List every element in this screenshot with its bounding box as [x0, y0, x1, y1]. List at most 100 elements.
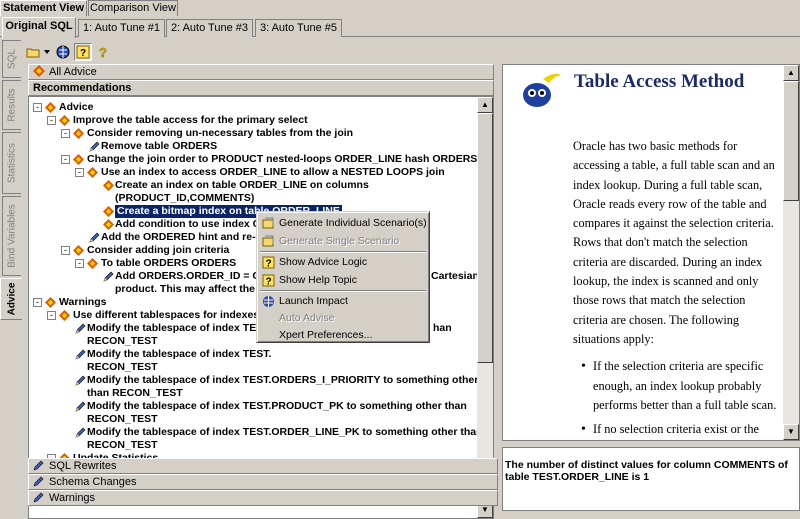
tree-node-label: Modify the tablespace of index TEST.ORDE…: [87, 374, 479, 386]
side-tab-advice[interactable]: Advice: [0, 278, 22, 320]
scroll-thumb[interactable]: [783, 81, 799, 201]
help-pane: Table Access Method Oracle has two basic…: [502, 64, 800, 441]
tab-original-sql[interactable]: Original SQL: [2, 17, 76, 38]
menu-item-auto-advise: Auto Advise: [259, 310, 427, 327]
info-pane: The number of distinct values for column…: [502, 447, 800, 511]
tree-node[interactable]: - Improve the table access for the primar…: [47, 114, 479, 127]
menu-item-label: Show Help Topic: [279, 274, 358, 286]
tree-scrollbar[interactable]: ▲ ▼: [477, 97, 493, 518]
diamond-icon: [103, 206, 114, 217]
diamond-icon: [103, 219, 114, 230]
help-scrollbar[interactable]: ▲ ▼: [783, 65, 799, 440]
tab-auto-tune-5[interactable]: 3: Auto Tune #5: [255, 19, 342, 37]
tree-node-label: Add ORDERS.ORDER_ID = OI: [115, 270, 264, 282]
collapse-toggle[interactable]: -: [61, 129, 70, 138]
collapse-toggle[interactable]: -: [75, 168, 84, 177]
tree-node-label-line2: RECON_TEST: [87, 439, 158, 451]
tree-node-label: Use different tablespaces for indexes a: [73, 309, 268, 321]
side-tab-bind-variables[interactable]: Bind Variables: [2, 196, 21, 276]
help-title: Table Access Method: [574, 71, 745, 92]
scroll-up-button[interactable]: ▲: [477, 97, 493, 113]
menu-item-label: Generate Individual Scenario(s): [279, 217, 427, 229]
tree-node[interactable]: - Use an index to access ORDER_LINE to al…: [75, 166, 479, 179]
menu-item-show-advice-logic[interactable]: ? Show Advice Logic: [259, 254, 427, 271]
menu-separator: [260, 290, 426, 292]
menu-item-show-help-topic[interactable]: ? Show Help Topic: [259, 272, 427, 289]
open-folder-button[interactable]: [24, 43, 42, 61]
help-bullets: If the selection criteria are specific e…: [573, 357, 781, 440]
collapse-toggle[interactable]: -: [61, 246, 70, 255]
tree-node-label: Change the join order to PRODUCT nested-…: [87, 153, 478, 165]
globe-icon: [56, 45, 70, 59]
collapse-toggle[interactable]: -: [47, 311, 56, 320]
tree-node[interactable]: Modify the tablespace of index TEST.PROD…: [61, 400, 479, 425]
help-logic-icon: ?: [76, 45, 90, 59]
tab-auto-tune-1[interactable]: 1: Auto Tune #1: [78, 19, 165, 37]
pencil-icon: [75, 323, 86, 334]
collapse-toggle[interactable]: -: [75, 259, 84, 268]
side-tab-statistics[interactable]: Statistics: [2, 132, 21, 194]
collapse-toggle[interactable]: -: [33, 298, 42, 307]
tree-node-label: Modify the tablespace of index TEST.ORDE…: [87, 426, 483, 438]
menu-item-generate-individual-scenario-s[interactable]: Generate Individual Scenario(s): [259, 215, 427, 232]
scroll-thumb[interactable]: [477, 113, 493, 363]
all-advice-bar[interactable]: All Advice: [28, 64, 494, 80]
tree-node-label: To table ORDERS ORDERS: [101, 257, 237, 269]
tree-node-label: Modify the tablespace of index TEST.: [87, 348, 272, 360]
scroll-down-button[interactable]: ▼: [783, 424, 799, 440]
tree-node-label-line2: than RECON_TEST: [87, 387, 183, 399]
dropdown-arrow-button[interactable]: [42, 43, 52, 61]
folder-icon: [26, 48, 40, 58]
diamond-icon: [103, 180, 114, 191]
menu-item-launch-impact[interactable]: Launch Impact: [259, 293, 427, 310]
pencil-icon: [103, 271, 114, 282]
warnings-bar[interactable]: Warnings: [28, 490, 498, 506]
menu-item-label: Auto Advise: [279, 312, 335, 324]
tree-node-label-line2: RECON_TEST: [87, 335, 158, 347]
side-tab-sql[interactable]: SQL: [2, 40, 21, 78]
collapse-toggle[interactable]: -: [47, 116, 56, 125]
tree-node[interactable]: - Change the join order to PRODUCT nested…: [61, 153, 479, 166]
help-topic-button[interactable]: ?: [94, 43, 112, 61]
schema-changes-bar[interactable]: Schema Changes: [28, 474, 498, 490]
help-body: Oracle has two basic methods for accessi…: [573, 137, 781, 440]
tree-node-label-right: han: [433, 322, 452, 334]
sql-rewrites-bar[interactable]: SQL Rewrites: [28, 458, 498, 474]
menu-item-xpert-preferences[interactable]: Xpert Preferences...: [259, 327, 427, 344]
scroll-up-button[interactable]: ▲: [783, 65, 799, 81]
tree-node[interactable]: Modify the tablespace of index TEST.ORDE…: [61, 374, 479, 399]
tab-comparison-view[interactable]: Comparison View: [88, 0, 178, 16]
help-bullet: If the selection criteria are specific e…: [581, 357, 781, 415]
pencil-icon: [33, 460, 44, 471]
context-menu: Generate Individual Scenario(s) Generate …: [256, 211, 430, 343]
svg-text:?: ?: [80, 48, 86, 59]
pencil-icon: [75, 427, 86, 438]
diamond-icon: [33, 65, 45, 77]
collapse-toggle[interactable]: -: [61, 155, 70, 164]
pencil-icon: [75, 401, 86, 412]
tree-node-label: Add the ORDERED hint and re-or: [101, 231, 267, 243]
diamond-icon: [59, 310, 70, 321]
menu-item-label: Xpert Preferences...: [279, 329, 373, 341]
menu-separator: [260, 251, 426, 253]
tab-auto-tune-3[interactable]: 2: Auto Tune #3: [166, 19, 253, 37]
tree-node-label: Warnings: [59, 296, 107, 308]
tree-node[interactable]: - Advice: [33, 101, 479, 114]
owl-logo-icon: [523, 73, 561, 107]
collapse-toggle[interactable]: -: [33, 103, 42, 112]
tree-node[interactable]: Modify the tablespace of index TEST. RECO…: [61, 348, 479, 373]
advice-logic-button[interactable]: ?: [74, 43, 92, 61]
tree-node[interactable]: Create an index on table ORDER_LINE on c…: [89, 179, 479, 204]
tree-node[interactable]: Remove table ORDERS: [75, 140, 479, 153]
tab-statement-view[interactable]: Statement View: [0, 0, 87, 16]
tree-node-label: Modify the tablespace of index TEST.: [87, 322, 272, 334]
help-paragraph: Oracle has two basic methods for accessi…: [573, 139, 775, 346]
side-tab-results[interactable]: Results: [2, 80, 21, 130]
pencil-icon: [75, 375, 86, 386]
tree-node-label: Advice: [59, 101, 94, 113]
tree-node[interactable]: Modify the tablespace of index TEST.ORDE…: [61, 426, 483, 451]
impact-button[interactable]: [54, 43, 72, 61]
diamond-icon: [59, 115, 70, 126]
tree-node[interactable]: - Consider removing un-necessary tables f…: [61, 127, 479, 140]
diamond-icon: [73, 128, 84, 139]
